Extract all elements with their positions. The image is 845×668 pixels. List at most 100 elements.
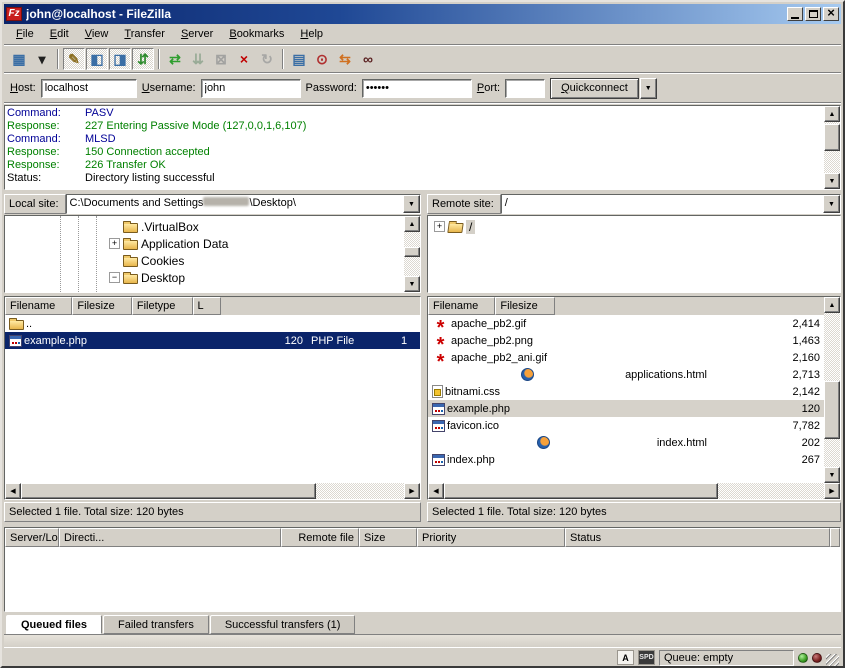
scroll-down-icon[interactable] <box>824 173 840 189</box>
tab-queued-files[interactable]: Queued files <box>6 615 102 634</box>
compare-directories-button[interactable]: ⊙ <box>311 48 333 70</box>
apache-icon <box>432 316 449 331</box>
reconnect-button[interactable]: ↻ <box>256 48 278 70</box>
file-row[interactable]: .. <box>5 315 420 332</box>
scroll-left-icon[interactable] <box>428 483 444 499</box>
file-row[interactable]: example.php 120 PHP File 1 <box>5 332 420 349</box>
quickconnect-dropdown-button[interactable] <box>640 78 657 99</box>
scroll-right-icon[interactable] <box>824 483 840 499</box>
column-header[interactable]: Filesize <box>495 297 554 315</box>
scroll-down-icon[interactable] <box>404 276 420 292</box>
queue-column-header[interactable] <box>830 528 840 547</box>
toggle-message-log-button[interactable]: ✎ <box>63 48 85 70</box>
queue-column-header[interactable]: Priority <box>417 528 565 547</box>
scrollbar-thumb[interactable] <box>21 483 316 499</box>
remote-list-scrollbar[interactable] <box>824 297 840 483</box>
find-files-button[interactable]: ∞ <box>357 48 379 70</box>
synchronized-browsing-button[interactable]: ⇆ <box>334 48 356 70</box>
scroll-left-icon[interactable] <box>5 483 21 499</box>
scroll-up-icon[interactable] <box>824 297 840 313</box>
file-row[interactable]: example.php 120 <box>428 400 824 417</box>
close-button[interactable] <box>823 7 839 21</box>
tab-failed-transfers[interactable]: Failed transfers <box>103 615 209 634</box>
file-row[interactable]: index.html 202 <box>428 434 824 451</box>
tree-item[interactable]: / <box>428 218 840 235</box>
site-manager-dropdown-button[interactable]: ▾ <box>31 48 53 70</box>
host-input[interactable] <box>41 79 137 98</box>
column-header[interactable]: Filesize <box>72 297 131 315</box>
scrollbar-thumb[interactable] <box>404 247 420 257</box>
column-header[interactable]: Filename <box>5 297 72 315</box>
queue-column-header[interactable]: Status <box>565 528 830 547</box>
toggle-remote-tree-button[interactable]: ◨ <box>109 48 131 70</box>
scroll-right-icon[interactable] <box>404 483 420 499</box>
minimize-button[interactable] <box>787 7 803 21</box>
tree-item[interactable]: .VirtualBox <box>5 218 404 235</box>
local-site-combo[interactable]: C:\Documents and Settings\Desktop\ <box>66 194 421 214</box>
resize-grip[interactable] <box>826 654 839 667</box>
activity-led-green-icon <box>798 653 808 663</box>
remote-site-combo[interactable]: / <box>501 194 841 214</box>
file-row[interactable]: favicon.ico 7,782 <box>428 417 824 434</box>
speed-limit-icon[interactable]: SPD <box>638 650 655 665</box>
username-input[interactable] <box>201 79 301 98</box>
quickconnect-button[interactable]: Quickconnect <box>550 78 639 99</box>
scroll-up-icon[interactable] <box>824 106 840 122</box>
process-queue-button[interactable]: ⇊ <box>187 48 209 70</box>
tree-item[interactable]: Application Data <box>5 235 404 252</box>
file-row[interactable]: apache_pb2_ani.gif 2,160 <box>428 349 824 366</box>
menu-help[interactable]: Help <box>292 26 331 42</box>
file-row[interactable]: apache_pb2.png 1,463 <box>428 332 824 349</box>
scrollbar-thumb[interactable] <box>444 483 718 499</box>
toggle-queue-button[interactable]: ⇵ <box>132 48 154 70</box>
local-path[interactable]: C:\Documents and Settings\Desktop\ <box>67 195 403 213</box>
tree-expander-icon[interactable] <box>434 221 445 232</box>
menu-file[interactable]: File <box>8 26 42 42</box>
site-manager-button[interactable]: ▦ <box>8 48 30 70</box>
tree-item[interactable]: Desktop <box>5 269 404 286</box>
cancel-operation-button[interactable]: ⊠ <box>210 48 232 70</box>
queue-column-header[interactable]: Server/Local file <box>5 528 59 547</box>
local-site-dropdown-button[interactable] <box>403 195 420 213</box>
column-header[interactable]: Filetype <box>132 297 193 315</box>
scrollbar-thumb[interactable] <box>824 124 840 151</box>
log-line-text: 227 Entering Passive Mode (127,0,0,1,6,1… <box>85 120 306 133</box>
log-line-type: Response: <box>7 120 85 133</box>
tree-item[interactable]: Cookies <box>5 252 404 269</box>
queue-column-header[interactable]: Directi... <box>59 528 281 547</box>
menu-edit[interactable]: Edit <box>42 26 77 42</box>
toggle-local-tree-button[interactable]: ◧ <box>86 48 108 70</box>
scroll-up-icon[interactable] <box>404 216 420 232</box>
local-list-hscrollbar[interactable] <box>5 483 420 499</box>
menu-bookmarks[interactable]: Bookmarks <box>221 26 292 42</box>
password-input[interactable] <box>362 79 472 98</box>
menu-server[interactable]: Server <box>173 26 221 42</box>
message-log-scrollbar[interactable] <box>824 106 840 189</box>
queue-column-header[interactable]: Size <box>359 528 417 547</box>
remote-site-dropdown-button[interactable] <box>823 195 840 213</box>
column-header[interactable]: Filename <box>428 297 495 315</box>
file-row[interactable]: apache_pb2.gif 2,414 <box>428 315 824 332</box>
column-header[interactable]: L <box>193 297 221 315</box>
refresh-button[interactable]: ⇄ <box>164 48 186 70</box>
disconnect-button[interactable]: × <box>233 48 255 70</box>
scroll-down-icon[interactable] <box>824 467 840 483</box>
maximize-button[interactable] <box>805 7 821 21</box>
queue-column-header[interactable]: Remote file <box>281 528 359 547</box>
file-row[interactable]: index.php 267 <box>428 451 824 468</box>
menu-transfer[interactable]: Transfer <box>116 26 173 42</box>
local-tree-scrollbar[interactable] <box>404 216 420 292</box>
scrollbar-thumb[interactable] <box>824 381 840 440</box>
file-row[interactable]: applications.html 2,713 <box>428 366 824 383</box>
remote-path[interactable]: / <box>502 195 823 213</box>
file-row[interactable]: bitnami.css 2,142 <box>428 383 824 400</box>
tree-expander-icon[interactable] <box>109 238 120 249</box>
data-type-indicator-icon[interactable]: A <box>617 650 634 665</box>
menu-view[interactable]: View <box>77 26 117 42</box>
tree-expander-icon[interactable] <box>109 272 120 283</box>
port-input[interactable] <box>505 79 545 98</box>
filter-button[interactable]: ▤ <box>288 48 310 70</box>
tab-successful-transfers[interactable]: Successful transfers (1) <box>210 615 356 634</box>
redacted-username <box>203 197 249 206</box>
remote-list-hscrollbar[interactable] <box>428 483 840 499</box>
